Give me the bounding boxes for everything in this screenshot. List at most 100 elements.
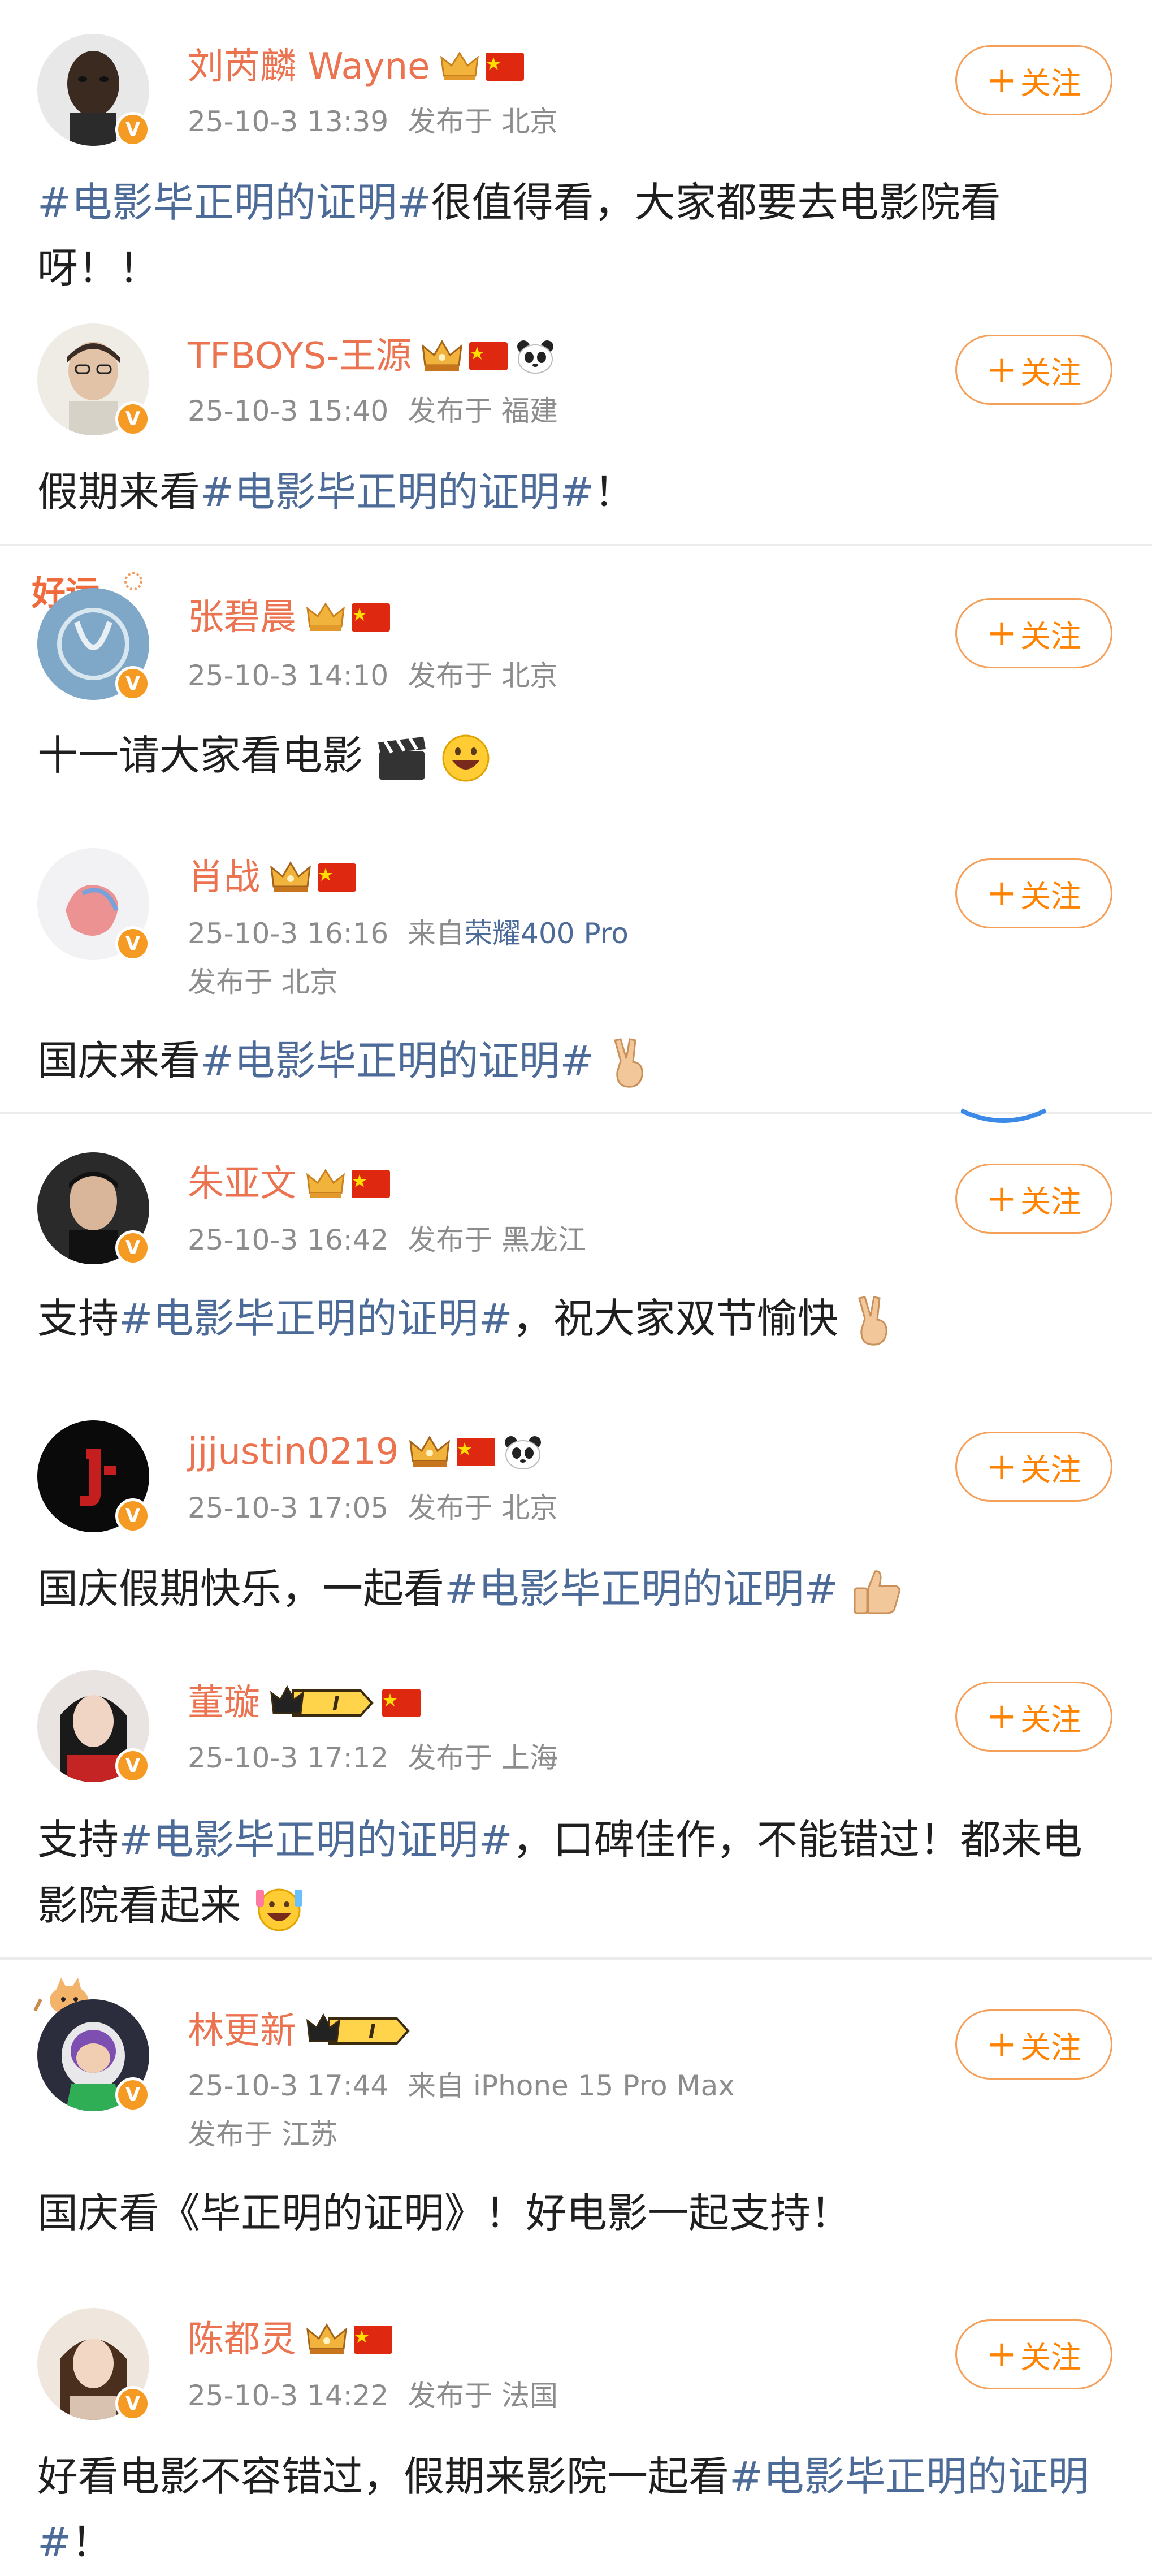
china-flag-icon (354, 2326, 392, 2354)
china-flag-icon (382, 1689, 421, 1717)
username[interactable]: 刘芮麟 Wayne (188, 49, 430, 85)
avatar[interactable]: V (37, 1152, 150, 1265)
username-row: 朱亚文 (188, 1161, 390, 1207)
post-text-part: 国庆看《毕正明的证明》！好电影一起支持！ (37, 2189, 852, 2237)
username-row: 林更新 I (188, 2008, 412, 2054)
post-location: 发布于 北京 (408, 1492, 558, 1524)
avatar[interactable]: V (37, 2308, 150, 2421)
post-time: 25-10-3 14:22 (188, 2379, 389, 2412)
plus-icon: + (986, 872, 1017, 914)
china-flag-icon (352, 1170, 390, 1198)
crown-icon (306, 602, 345, 631)
follow-button[interactable]: + 关注 (955, 335, 1112, 405)
username[interactable]: jjjustin0219 (188, 1434, 399, 1470)
plus-icon: + (986, 1696, 1017, 1737)
follow-button[interactable]: + 关注 (955, 45, 1112, 115)
username-row: 刘芮麟 Wayne (188, 44, 524, 89)
post-text: 支持#电影毕正明的证明#，口碑佳作，不能错过！都来电影院看起来 (37, 1807, 1111, 1938)
china-flag-icon (456, 1438, 495, 1466)
username[interactable]: TFBOYS-王源 (188, 338, 412, 374)
avatar[interactable]: V (37, 1999, 150, 2112)
avatar[interactable]: V (37, 1670, 150, 1783)
avatar[interactable]: V (37, 1420, 150, 1533)
verified-v-badge-icon: V (115, 1230, 150, 1265)
china-flag-icon (485, 53, 524, 81)
post-text-part: 好看电影不容错过，假期来影院一起看 (37, 2453, 730, 2500)
follow-button-label: 关注 (1020, 355, 1081, 391)
member-level-badge-icon: I (270, 1685, 374, 1717)
post-location: 发布于 黑龙江 (408, 1224, 587, 1256)
china-flag-icon (318, 863, 356, 892)
follow-button-label: 关注 (1020, 1701, 1081, 1737)
post-time: 25-10-3 17:05 (188, 1492, 389, 1524)
crown-icon (306, 2323, 347, 2354)
username[interactable]: 陈都灵 (188, 2322, 296, 2358)
post-time: 25-10-3 15:40 (188, 395, 389, 427)
post-location: 发布于 北京 (408, 659, 558, 692)
post-meta: 25-10-3 14:10 发布于 北京 (188, 662, 558, 690)
plus-icon: + (986, 612, 1017, 654)
post-meta: 25-10-3 16:16 来自荣耀400 Pro (188, 919, 629, 948)
verified-v-badge-icon: V (115, 1498, 150, 1533)
plus-icon: + (986, 1178, 1017, 1220)
username-row: TFBOYS-王源 (188, 334, 555, 379)
post-divider (0, 1957, 1152, 1960)
post-time: 25-10-3 16:42 (188, 1224, 389, 1256)
victory-hand-emoji-icon (857, 1296, 887, 1346)
post-location: 发布于 法国 (408, 2379, 558, 2412)
post-meta: 25-10-3 17:44 来自 iPhone 15 Pro Max (188, 2072, 735, 2100)
post-time: 25-10-3 17:12 (188, 1741, 389, 1774)
avatar[interactable]: V (37, 588, 150, 701)
post-device[interactable]: 荣耀400 Pro (464, 917, 629, 950)
post-location: 发布于 上海 (408, 1741, 558, 1774)
hashtag-link[interactable]: #电影毕正明的证明# (200, 1037, 594, 1084)
follow-button[interactable]: + 关注 (955, 1682, 1112, 1752)
avatar[interactable]: V (37, 323, 150, 436)
username[interactable]: 张碧晨 (188, 599, 296, 636)
username[interactable]: 林更新 (188, 2013, 296, 2049)
username[interactable]: 朱亚文 (188, 1166, 296, 1202)
post-time: 25-10-3 16:16 (188, 917, 389, 950)
post-meta: 25-10-3 14:22 发布于 法国 (188, 2381, 558, 2410)
username-row: 董璇 I (188, 1680, 421, 1726)
post-source-prefix: 来自 (408, 917, 465, 950)
follow-button[interactable]: + 关注 (955, 2319, 1112, 2389)
username-row: 陈都灵 (188, 2317, 392, 2362)
post-text: 好看电影不容错过，假期来影院一起看#电影毕正明的证明#！ (37, 2444, 1111, 2575)
hashtag-link[interactable]: #电影毕正明的证明# (37, 179, 431, 226)
username[interactable]: 董璇 (188, 1685, 260, 1721)
crown-icon (306, 1169, 345, 1198)
plus-icon: + (986, 349, 1017, 391)
plus-icon: + (986, 1446, 1017, 1488)
hashtag-link[interactable]: #电影毕正明的证明# (200, 468, 594, 516)
avatar[interactable]: V (37, 34, 150, 147)
crown-icon (440, 51, 479, 80)
post-text: 国庆看《毕正明的证明》！好电影一起支持！ (37, 2180, 1111, 2246)
avatar[interactable]: V (37, 848, 150, 961)
post-location: 发布于 福建 (408, 395, 558, 427)
post-text-part: ，祝大家双节愉快 (512, 1295, 838, 1342)
grinning-emoji-icon (442, 734, 490, 782)
follow-button[interactable]: + 关注 (955, 858, 1112, 928)
username[interactable]: 肖战 (188, 859, 260, 896)
post-device-line: 来自 iPhone 15 Pro Max (408, 2069, 735, 2102)
follow-button[interactable]: + 关注 (955, 1432, 1112, 1502)
post-text: 假期来看#电影毕正明的证明#！ (37, 459, 1111, 525)
hashtag-link[interactable]: #电影毕正明的证明# (444, 1565, 838, 1613)
hashtag-link[interactable]: #电影毕正明的证明# (119, 1816, 513, 1864)
thumbs-up-emoji-icon (854, 1570, 900, 1614)
hashtag-link[interactable]: #电影毕正明的证明# (119, 1295, 513, 1342)
post-location: 发布于 北京 (408, 105, 558, 138)
follow-button[interactable]: + 关注 (955, 1164, 1112, 1234)
party-emoji-icon (255, 1888, 302, 1931)
verified-v-badge-icon: V (115, 666, 150, 701)
crown-icon (409, 1436, 450, 1467)
plus-icon: + (986, 59, 1017, 101)
follow-button[interactable]: + 关注 (955, 2009, 1112, 2080)
post-text-part: 支持 (37, 1816, 119, 1864)
verified-v-badge-icon: V (115, 1748, 150, 1783)
svg-text:I: I (332, 1692, 340, 1715)
follow-button[interactable]: + 关注 (955, 598, 1112, 668)
username-row: jjjustin0219 (188, 1429, 543, 1475)
post-time: 25-10-3 13:39 (188, 105, 389, 138)
